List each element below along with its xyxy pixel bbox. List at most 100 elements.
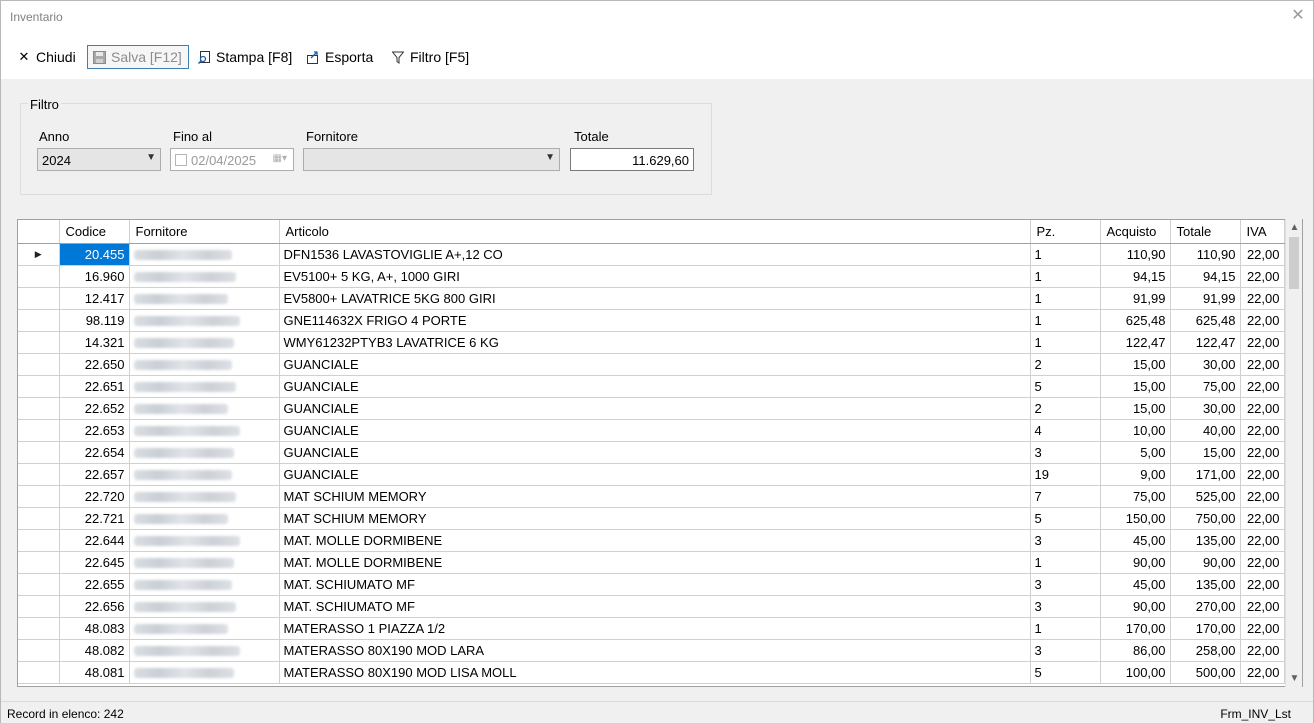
cell-totale[interactable]: 170,00 bbox=[1170, 617, 1241, 640]
cell-pz[interactable]: 2 bbox=[1030, 353, 1101, 376]
cell-fornitore[interactable] bbox=[129, 529, 280, 552]
cell-pz[interactable]: 5 bbox=[1030, 661, 1101, 684]
table-row[interactable]: 22.650 GUANCIALE 2 15,00 30,00 22,00 bbox=[18, 353, 1285, 376]
row-header-cell[interactable] bbox=[18, 661, 60, 684]
save-button[interactable]: Salva [F12] bbox=[87, 45, 189, 69]
cell-codice[interactable]: 48.083 bbox=[59, 617, 130, 640]
col-header-totale[interactable]: Totale bbox=[1170, 220, 1241, 244]
col-header-iva[interactable]: IVA bbox=[1240, 220, 1285, 244]
supplier-select[interactable]: ▼ bbox=[303, 148, 560, 171]
row-header-cell[interactable] bbox=[18, 419, 60, 442]
cell-codice[interactable]: 22.655 bbox=[59, 573, 130, 596]
table-row[interactable]: 12.417 EV5800+ LAVATRICE 5KG 800 GIRI 1 91,… bbox=[18, 287, 1285, 310]
row-header-cell[interactable] bbox=[18, 617, 60, 640]
row-header-cell[interactable] bbox=[18, 331, 60, 354]
cell-acquisto[interactable]: 15,00 bbox=[1100, 397, 1171, 420]
cell-pz[interactable]: 7 bbox=[1030, 485, 1101, 508]
cell-acquisto[interactable]: 625,48 bbox=[1100, 309, 1171, 332]
scroll-thumb[interactable] bbox=[1289, 237, 1299, 289]
cell-iva[interactable]: 22,00 bbox=[1240, 507, 1285, 530]
cell-pz[interactable]: 3 bbox=[1030, 529, 1101, 552]
vertical-scrollbar[interactable]: ▲ ▼ bbox=[1285, 219, 1302, 687]
cell-acquisto[interactable]: 170,00 bbox=[1100, 617, 1171, 640]
cell-totale[interactable]: 30,00 bbox=[1170, 397, 1241, 420]
cell-fornitore[interactable] bbox=[129, 331, 280, 354]
cell-pz[interactable]: 1 bbox=[1030, 243, 1101, 266]
row-header-cell[interactable] bbox=[18, 639, 60, 662]
cell-codice[interactable]: 22.653 bbox=[59, 419, 130, 442]
cell-fornitore[interactable] bbox=[129, 639, 280, 662]
table-row[interactable]: 22.644 MAT. MOLLE DORMIBENE 3 45,00 135,00 22… bbox=[18, 529, 1285, 552]
year-select[interactable]: 2024 ▼ bbox=[37, 148, 161, 171]
cell-articolo[interactable]: MAT. MOLLE DORMIBENE bbox=[279, 551, 1031, 574]
cell-iva[interactable]: 22,00 bbox=[1240, 375, 1285, 398]
cell-articolo[interactable]: MATERASSO 1 PIAZZA 1/2 bbox=[279, 617, 1031, 640]
cell-pz[interactable]: 5 bbox=[1030, 507, 1101, 530]
row-header-cell[interactable] bbox=[18, 353, 60, 376]
cell-articolo[interactable]: GUANCIALE bbox=[279, 441, 1031, 464]
cell-acquisto[interactable]: 45,00 bbox=[1100, 573, 1171, 596]
cell-articolo[interactable]: WMY61232PTYB3 LAVATRICE 6 KG bbox=[279, 331, 1031, 354]
cell-fornitore[interactable] bbox=[129, 265, 280, 288]
cell-codice[interactable]: 22.644 bbox=[59, 529, 130, 552]
cell-acquisto[interactable]: 15,00 bbox=[1100, 353, 1171, 376]
cell-articolo[interactable]: MATERASSO 80X190 MOD LARA bbox=[279, 639, 1031, 662]
table-row[interactable]: 22.720 MAT SCHIUM MEMORY 7 75,00 525,00 22,00 bbox=[18, 485, 1285, 508]
row-header-cell[interactable] bbox=[18, 397, 60, 420]
cell-codice[interactable]: 48.082 bbox=[59, 639, 130, 662]
cell-pz[interactable]: 3 bbox=[1030, 595, 1101, 618]
until-date-checkbox[interactable] bbox=[175, 154, 187, 166]
cell-articolo[interactable]: MAT. MOLLE DORMIBENE bbox=[279, 529, 1031, 552]
until-date-picker[interactable]: 02/04/2025 ▦▾ bbox=[170, 148, 294, 171]
table-row[interactable]: 14.321 WMY61232PTYB3 LAVATRICE 6 KG 1 122,4… bbox=[18, 331, 1285, 354]
cell-totale[interactable]: 90,00 bbox=[1170, 551, 1241, 574]
cell-codice[interactable]: 16.960 bbox=[59, 265, 130, 288]
cell-iva[interactable]: 22,00 bbox=[1240, 661, 1285, 684]
cell-totale[interactable]: 135,00 bbox=[1170, 573, 1241, 596]
cell-totale[interactable]: 40,00 bbox=[1170, 419, 1241, 442]
cell-totale[interactable]: 258,00 bbox=[1170, 639, 1241, 662]
filter-button[interactable]: Filtro [F5] bbox=[387, 45, 473, 69]
cell-fornitore[interactable] bbox=[129, 309, 280, 332]
table-row[interactable]: 48.082 MATERASSO 80X190 MOD LARA 3 86,00 258… bbox=[18, 639, 1285, 662]
table-row[interactable]: 22.656 MAT. SCHIUMATO MF 3 90,00 270,00 22,00 bbox=[18, 595, 1285, 618]
cell-articolo[interactable]: GUANCIALE bbox=[279, 353, 1031, 376]
cell-codice[interactable]: 22.657 bbox=[59, 463, 130, 486]
cell-codice[interactable]: 48.081 bbox=[59, 661, 130, 684]
cell-pz[interactable]: 2 bbox=[1030, 397, 1101, 420]
chevron-down-icon[interactable]: ▼ bbox=[545, 152, 555, 163]
cell-acquisto[interactable]: 110,90 bbox=[1100, 243, 1171, 266]
cell-codice[interactable]: 14.321 bbox=[59, 331, 130, 354]
table-row[interactable]: 22.721 MAT SCHIUM MEMORY 5 150,00 750,00 22,0… bbox=[18, 507, 1285, 530]
cell-codice[interactable]: 22.645 bbox=[59, 551, 130, 574]
cell-articolo[interactable]: MAT. SCHIUMATO MF bbox=[279, 595, 1031, 618]
cell-codice[interactable]: 22.720 bbox=[59, 485, 130, 508]
row-header-cell[interactable] bbox=[18, 309, 60, 332]
cell-iva[interactable]: 22,00 bbox=[1240, 419, 1285, 442]
cell-fornitore[interactable] bbox=[129, 573, 280, 596]
table-row[interactable]: 16.960 EV5100+ 5 KG, A+, 1000 GIRI 1 94,15 9… bbox=[18, 265, 1285, 288]
cell-pz[interactable]: 1 bbox=[1030, 617, 1101, 640]
cell-fornitore[interactable] bbox=[129, 463, 280, 486]
cell-acquisto[interactable]: 100,00 bbox=[1100, 661, 1171, 684]
cell-acquisto[interactable]: 9,00 bbox=[1100, 463, 1171, 486]
table-row[interactable]: 98.119 GNE114632X FRIGO 4 PORTE 1 625,48 625… bbox=[18, 309, 1285, 332]
print-button[interactable]: Stampa [F8] bbox=[193, 45, 296, 69]
cell-iva[interactable]: 22,00 bbox=[1240, 243, 1285, 266]
cell-codice[interactable]: 20.455 bbox=[59, 243, 130, 266]
row-header-cell[interactable] bbox=[18, 287, 60, 310]
cell-totale[interactable]: 15,00 bbox=[1170, 441, 1241, 464]
cell-pz[interactable]: 3 bbox=[1030, 573, 1101, 596]
inventory-grid[interactable]: Codice Fornitore Articolo Pz. Acquisto T… bbox=[17, 219, 1303, 687]
cell-totale[interactable]: 500,00 bbox=[1170, 661, 1241, 684]
row-header-cell[interactable]: ▶ bbox=[18, 243, 60, 266]
cell-pz[interactable]: 1 bbox=[1030, 309, 1101, 332]
cell-iva[interactable]: 22,00 bbox=[1240, 309, 1285, 332]
cell-pz[interactable]: 3 bbox=[1030, 639, 1101, 662]
cell-acquisto[interactable]: 86,00 bbox=[1100, 639, 1171, 662]
calendar-icon[interactable]: ▦▾ bbox=[273, 153, 287, 164]
cell-iva[interactable]: 22,00 bbox=[1240, 617, 1285, 640]
cell-articolo[interactable]: MAT SCHIUM MEMORY bbox=[279, 507, 1031, 530]
window-close-icon[interactable]: ✕ bbox=[1289, 7, 1307, 25]
cell-pz[interactable]: 19 bbox=[1030, 463, 1101, 486]
